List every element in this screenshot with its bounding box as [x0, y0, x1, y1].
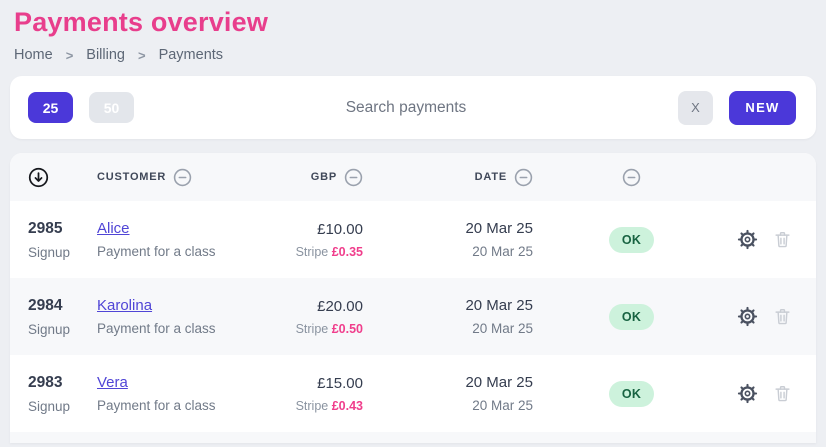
date-cell: 20 Mar 25 20 Mar 25 — [363, 297, 533, 336]
payment-type: Signup — [28, 245, 97, 260]
header-date-label: DATE — [475, 171, 507, 183]
payment-description: Payment for a class — [97, 398, 288, 413]
id-cell: 2985 Signup — [28, 220, 97, 260]
page-size-50-button[interactable]: 50 — [89, 92, 134, 123]
payment-date-secondary: 20 Mar 25 — [472, 244, 533, 259]
id-cell: 2983 Signup — [28, 374, 97, 414]
trash-icon[interactable] — [773, 230, 792, 249]
breadcrumb-home[interactable]: Home — [14, 47, 53, 63]
circle-minus-icon[interactable] — [622, 168, 641, 187]
table-row: 2984 Signup Karolina Payment for a class… — [10, 278, 816, 355]
breadcrumb: Home > Billing > Payments — [14, 47, 812, 63]
amount-cell: £20.00 Stripe £0.50 — [288, 298, 363, 336]
payment-date: 20 Mar 25 — [465, 297, 533, 314]
customer-cell: Karolina Payment for a class — [97, 297, 288, 336]
status-cell: OK — [533, 381, 730, 407]
payment-amount: £15.00 — [317, 375, 363, 392]
status-cell: OK — [533, 227, 730, 253]
search-input[interactable] — [134, 99, 678, 117]
status-badge: OK — [609, 381, 654, 407]
fee-amount: £0.35 — [332, 245, 363, 259]
status-cell: OK — [533, 304, 730, 330]
new-payment-button[interactable]: NEW — [729, 91, 796, 125]
id-cell: 2984 Signup — [28, 297, 97, 337]
page-header: Payments overview Home > Billing > Payme… — [0, 0, 826, 63]
payment-date-secondary: 20 Mar 25 — [472, 398, 533, 413]
payment-amount: £10.00 — [317, 221, 363, 238]
header-gbp-cell: GBP — [288, 168, 363, 187]
customer-link[interactable]: Alice — [97, 220, 130, 237]
payment-amount: £20.00 — [317, 298, 363, 315]
amount-cell: £15.00 Stripe £0.43 — [288, 375, 363, 413]
fee-line: Stripe £0.50 — [296, 322, 363, 336]
trash-icon[interactable] — [773, 384, 792, 403]
page-size-25-button[interactable]: 25 — [28, 92, 73, 123]
customer-link[interactable]: Karolina — [97, 297, 152, 314]
fee-line: Stripe £0.35 — [296, 245, 363, 259]
table-row: 2983 Signup Vera Payment for a class £15… — [10, 355, 816, 432]
date-cell: 20 Mar 25 20 Mar 25 — [363, 220, 533, 259]
table-row: 2985 Signup Alice Payment for a class £1… — [10, 201, 816, 278]
gear-icon[interactable] — [737, 383, 758, 404]
circle-minus-icon[interactable] — [514, 168, 533, 187]
actions-cell — [730, 306, 792, 327]
date-cell: 20 Mar 25 20 Mar 25 — [363, 374, 533, 413]
header-date-cell: DATE — [363, 168, 533, 187]
breadcrumb-billing[interactable]: Billing — [86, 47, 125, 63]
payment-type: Signup — [28, 322, 97, 337]
payment-id: 2985 — [28, 220, 97, 238]
toolbar: 25 50 X NEW — [10, 76, 816, 139]
amount-cell: £10.00 Stripe £0.35 — [288, 221, 363, 259]
payment-date-secondary: 20 Mar 25 — [472, 321, 533, 336]
circle-minus-icon[interactable] — [173, 168, 192, 187]
payment-description: Payment for a class — [97, 244, 288, 259]
payment-date: 20 Mar 25 — [465, 374, 533, 391]
payment-date: 20 Mar 25 — [465, 220, 533, 237]
customer-cell: Vera Payment for a class — [97, 374, 288, 413]
payment-type: Signup — [28, 399, 97, 414]
fee-provider: Stripe — [296, 322, 332, 336]
payment-description: Payment for a class — [97, 321, 288, 336]
customer-link[interactable]: Vera — [97, 374, 128, 391]
clear-search-button[interactable]: X — [678, 91, 713, 125]
status-badge: OK — [609, 227, 654, 253]
payments-table: CUSTOMER GBP DATE — [10, 153, 816, 443]
payment-id: 2983 — [28, 374, 97, 392]
chevron-right-icon: > — [138, 48, 146, 63]
fee-provider: Stripe — [296, 399, 332, 413]
actions-cell — [730, 229, 792, 250]
header-customer-cell: CUSTOMER — [97, 168, 288, 187]
page-title: Payments overview — [14, 7, 812, 38]
fee-provider: Stripe — [296, 245, 332, 259]
header-gbp-label: GBP — [311, 171, 337, 183]
payment-id: 2984 — [28, 297, 97, 315]
gear-icon[interactable] — [737, 306, 758, 327]
breadcrumb-payments[interactable]: Payments — [159, 47, 223, 63]
header-sort-cell — [28, 167, 97, 188]
table-header-row: CUSTOMER GBP DATE — [10, 153, 816, 201]
next-row-partial — [10, 432, 816, 443]
customer-cell: Alice Payment for a class — [97, 220, 288, 259]
fee-amount: £0.50 — [332, 322, 363, 336]
circle-arrow-down-icon[interactable] — [28, 167, 49, 188]
fee-line: Stripe £0.43 — [296, 399, 363, 413]
chevron-right-icon: > — [66, 48, 74, 63]
header-customer-label: CUSTOMER — [97, 171, 166, 183]
gear-icon[interactable] — [737, 229, 758, 250]
actions-cell — [730, 383, 792, 404]
fee-amount: £0.43 — [332, 399, 363, 413]
trash-icon[interactable] — [773, 307, 792, 326]
header-status-cell — [533, 168, 730, 187]
circle-minus-icon[interactable] — [344, 168, 363, 187]
status-badge: OK — [609, 304, 654, 330]
